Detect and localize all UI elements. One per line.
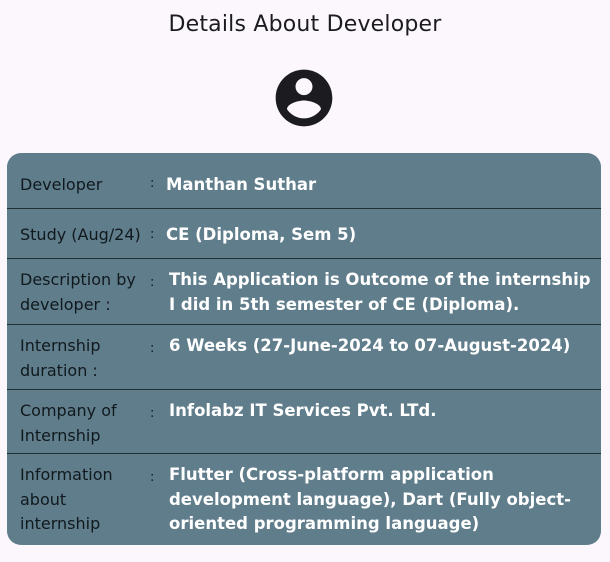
detail-value: Flutter (Cross-platform application deve… bbox=[169, 465, 571, 533]
detail-row-developer: Developer : Manthan Suthar bbox=[7, 153, 601, 209]
detail-label: Internship duration : bbox=[20, 336, 101, 380]
detail-value: This Application is Outcome of the inter… bbox=[169, 270, 591, 314]
detail-row-internship-duration: Internship duration : : 6 Weeks (27-June… bbox=[7, 325, 601, 390]
detail-label: Description by developer : bbox=[20, 270, 136, 314]
detail-row-description: Description by developer : : This Applic… bbox=[7, 259, 601, 325]
detail-separator: : bbox=[150, 176, 155, 191]
detail-value: CE (Diploma, Sem 5) bbox=[166, 225, 357, 244]
detail-row-company: Company of Internship : Infolabz IT Serv… bbox=[7, 390, 601, 454]
page-title: Details About Developer bbox=[168, 12, 442, 37]
detail-separator: : bbox=[150, 406, 155, 421]
detail-label: Developer bbox=[20, 175, 103, 194]
detail-separator: : bbox=[150, 341, 155, 356]
detail-label: Company of Internship bbox=[20, 401, 117, 445]
account-circle-icon bbox=[275, 69, 333, 127]
detail-label: Information about internship bbox=[20, 465, 113, 533]
detail-row-study: Study (Aug/24) : CE (Diploma, Sem 5) bbox=[7, 209, 601, 259]
developer-details-card: Developer : Manthan Suthar Study (Aug/24… bbox=[7, 153, 601, 545]
detail-label: Study (Aug/24) bbox=[20, 225, 141, 244]
detail-separator: : bbox=[150, 470, 155, 485]
detail-separator: : bbox=[150, 275, 155, 290]
detail-value: Infolabz IT Services Pvt. LTd. bbox=[169, 401, 437, 420]
detail-row-information: Information about internship : Flutter (… bbox=[7, 454, 601, 545]
detail-separator: : bbox=[150, 227, 155, 242]
detail-value: 6 Weeks (27-June-2024 to 07-August-2024) bbox=[169, 336, 571, 355]
detail-value: Manthan Suthar bbox=[166, 175, 317, 194]
